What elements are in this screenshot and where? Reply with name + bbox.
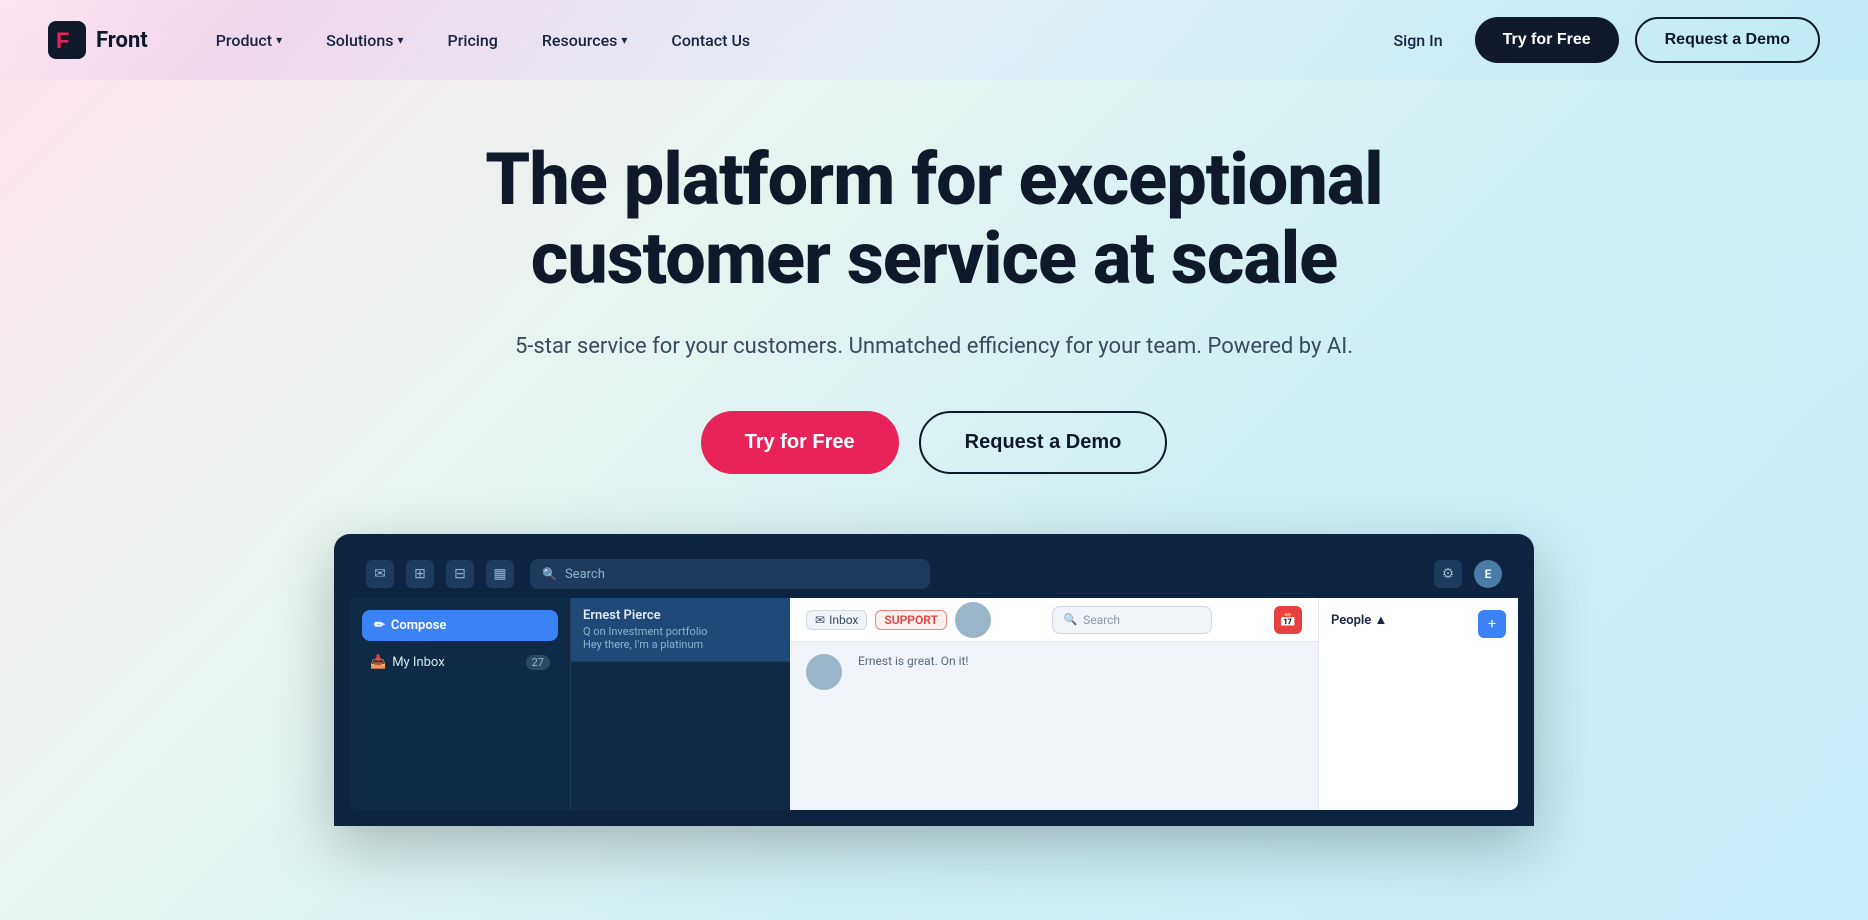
front-logo-icon: F (48, 21, 86, 59)
main-message-text: Ernest is great. On it! (858, 654, 1302, 668)
toolbar-icon-inbox[interactable]: ✉ (366, 560, 394, 588)
search-icon-main: 🔍 (1063, 613, 1077, 626)
nav-item-product[interactable]: Product ▾ (196, 23, 302, 58)
toolbar-icon-save[interactable]: ⊟ (446, 560, 474, 588)
right-panel-title: People ▲ (1331, 612, 1387, 628)
nav-item-resources[interactable]: Resources ▾ (522, 23, 648, 58)
toolbar-icon-grid[interactable]: ⊞ (406, 560, 434, 588)
chevron-down-icon: ▾ (276, 33, 282, 47)
nav-item-contact[interactable]: Contact Us (651, 23, 770, 58)
support-badge: SUPPORT (875, 610, 947, 630)
message-subject: Q on Investment portfolio (583, 625, 778, 638)
calendar-icon[interactable]: 📅 (1274, 606, 1302, 634)
search-icon: 🔍 (542, 567, 557, 581)
inbox-icon-small: ✉ (815, 613, 825, 627)
app-main-content: ✉ Inbox SUPPORT 🔍 Search 📅 (790, 598, 1318, 810)
main-content-header: ✉ Inbox SUPPORT 🔍 Search 📅 (790, 598, 1318, 642)
hero-title: The platform for exceptional customer se… (485, 140, 1382, 298)
toolbar-search-bar[interactable]: 🔍 Search (530, 559, 930, 589)
try-free-hero-button[interactable]: Try for Free (701, 411, 899, 474)
contact-avatar-body (806, 654, 842, 690)
navbar: F Front Product ▾ Solutions ▾ Pricing Re… (0, 0, 1868, 80)
hero-buttons: Try for Free Request a Demo (701, 411, 1168, 474)
message-preview: Hey there, I'm a platinum (583, 638, 778, 651)
hero-section: The platform for exceptional customer se… (0, 80, 1868, 920)
chevron-down-icon: ▾ (621, 33, 627, 47)
nav-item-pricing[interactable]: Pricing (428, 23, 518, 58)
nav-links: Product ▾ Solutions ▾ Pricing Resources … (196, 23, 1378, 58)
logo-link[interactable]: F Front (48, 21, 148, 59)
message-sender-name: Ernest Pierce (583, 608, 778, 623)
app-inner: ✉ ⊞ ⊟ ▦ 🔍 Search ⚙ E (350, 550, 1518, 810)
inbox-count-badge: 27 (526, 655, 550, 670)
compose-icon: ✏ (374, 618, 385, 633)
right-panel: People ▲ + (1318, 598, 1518, 810)
inbox-icon: 📥 (370, 655, 386, 670)
hero-subtitle: 5-star service for your customers. Unmat… (515, 330, 1353, 363)
toolbar-icon-chart[interactable]: ▦ (486, 560, 514, 588)
app-body: ✏ Compose 📥 My Inbox 27 (350, 598, 1518, 810)
add-person-icon[interactable]: + (1478, 610, 1506, 638)
brand-name: Front (96, 28, 148, 53)
app-screenshot: ✉ ⊞ ⊟ ▦ 🔍 Search ⚙ E (334, 534, 1534, 826)
main-message-area: Ernest is great. On it! (858, 654, 1302, 798)
nav-actions: Sign In Try for Free Request a Demo (1377, 17, 1820, 63)
hero-content: The platform for exceptional customer se… (434, 80, 1434, 534)
inbox-badge: ✉ Inbox (806, 610, 867, 630)
request-demo-nav-button[interactable]: Request a Demo (1635, 17, 1820, 63)
user-avatar[interactable]: E (1474, 560, 1502, 588)
message-item[interactable]: Ernest Pierce Q on Investment portfolio … (571, 598, 790, 662)
nav-item-solutions[interactable]: Solutions ▾ (306, 23, 423, 58)
main-search-bar[interactable]: 🔍 Search (1052, 606, 1212, 634)
toolbar-right: ⚙ E (1434, 560, 1502, 588)
app-sidebar: ✏ Compose 📥 My Inbox 27 (350, 598, 570, 810)
search-placeholder: Search (565, 567, 605, 582)
compose-button[interactable]: ✏ Compose (362, 610, 558, 641)
contact-avatar-header (955, 602, 991, 638)
chevron-down-icon: ▾ (397, 33, 403, 47)
svg-text:F: F (56, 28, 69, 53)
sign-in-button[interactable]: Sign In (1377, 23, 1458, 58)
main-search-placeholder: Search (1083, 613, 1120, 627)
main-body: Ernest is great. On it! (790, 642, 1318, 810)
messages-list: Ernest Pierce Q on Investment portfolio … (570, 598, 790, 810)
sidebar-inbox-item[interactable]: 📥 My Inbox 27 (362, 649, 558, 676)
app-toolbar: ✉ ⊞ ⊟ ▦ 🔍 Search ⚙ E (350, 550, 1518, 598)
settings-icon[interactable]: ⚙ (1434, 560, 1462, 588)
request-demo-hero-button[interactable]: Request a Demo (919, 411, 1168, 474)
try-free-nav-button[interactable]: Try for Free (1475, 17, 1619, 63)
toolbar-icons: ✉ ⊞ ⊟ ▦ (366, 560, 514, 588)
